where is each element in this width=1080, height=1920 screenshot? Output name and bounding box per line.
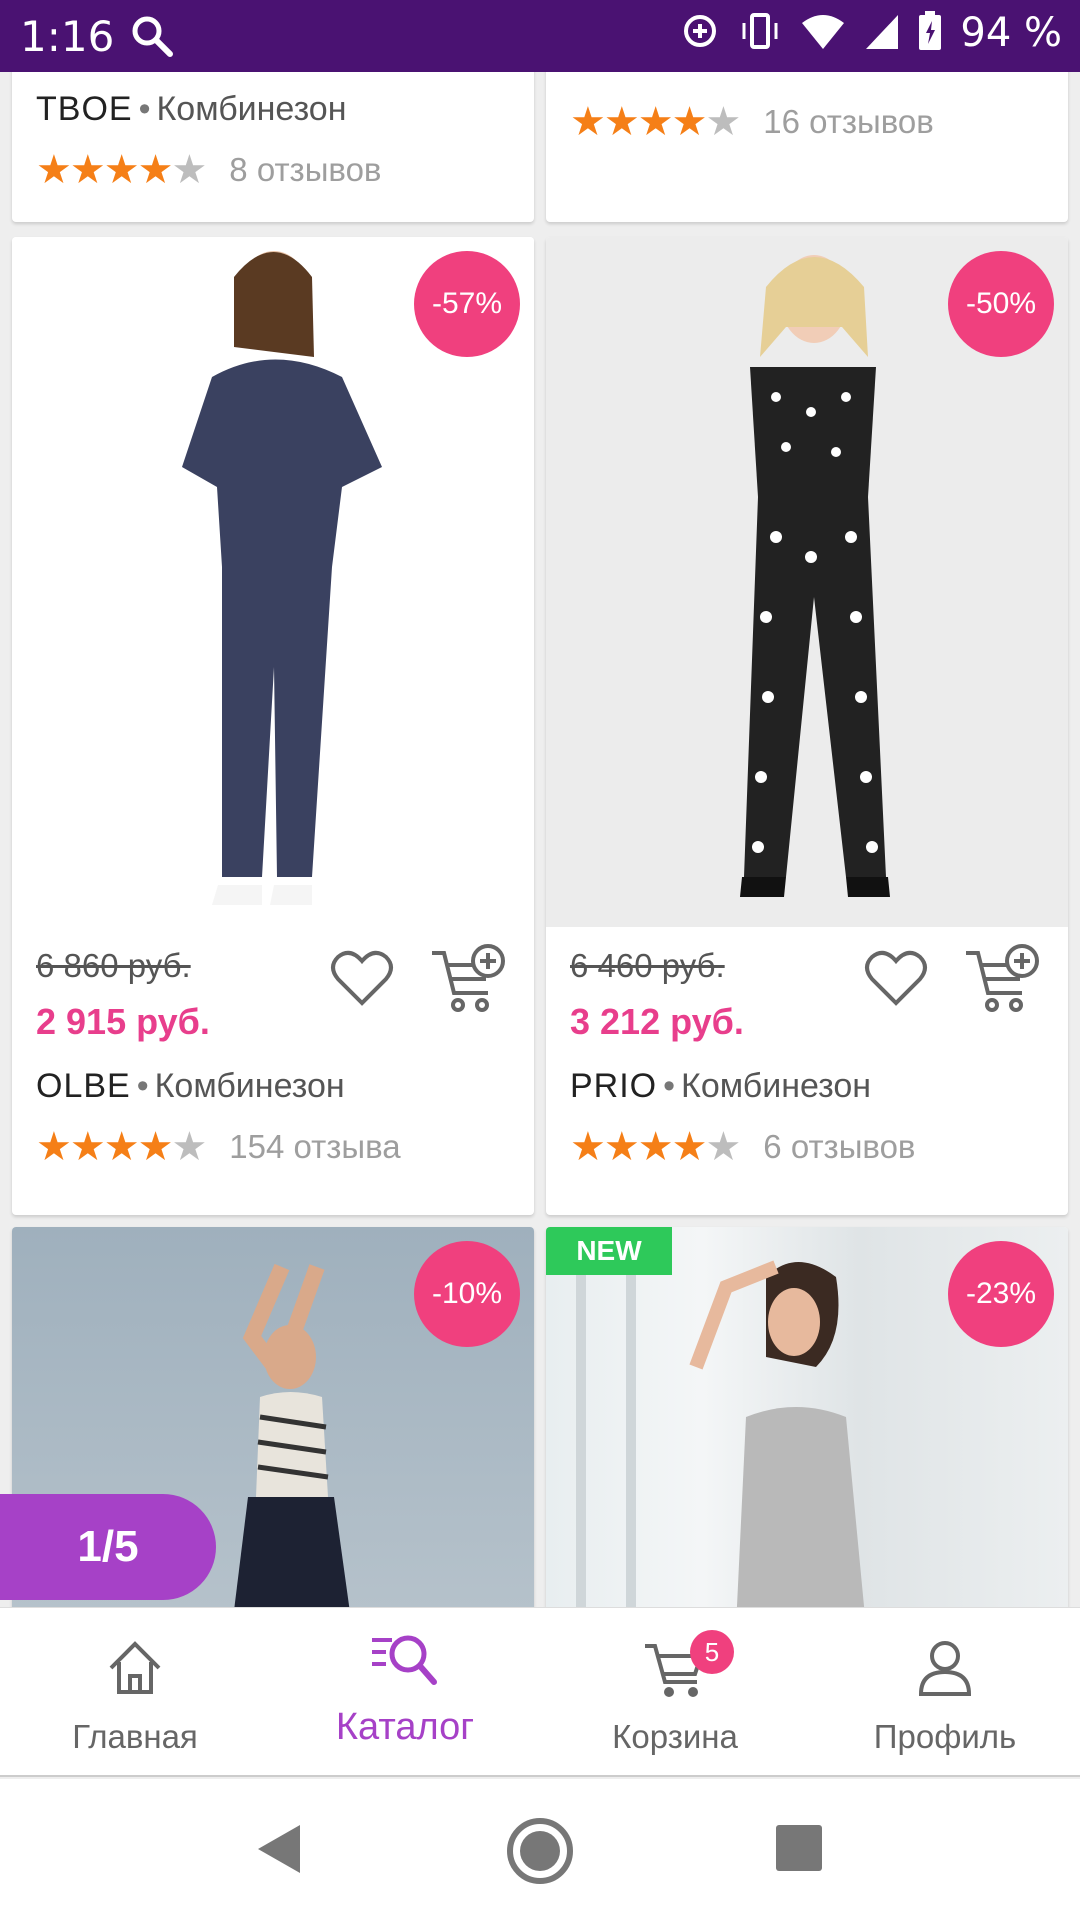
product-card[interactable]: -57% 6 860 руб. 2 915 руб. OLBE • Комбинез… <box>12 237 534 1215</box>
nav-label: Главная <box>72 1718 198 1755</box>
back-icon[interactable] <box>254 1823 304 1880</box>
status-time: 1:16 <box>20 12 115 61</box>
rating-stars: ★★★★★ <box>36 148 207 192</box>
product-image[interactable]: -50% <box>546 237 1068 927</box>
signal-icon <box>864 11 900 56</box>
product-brand: PRIO <box>570 1067 658 1105</box>
nav-label: Корзина <box>612 1718 738 1755</box>
product-brand: TBOE <box>36 90 133 128</box>
wifi-icon <box>800 11 846 56</box>
old-price: 6 860 руб. <box>36 947 191 984</box>
heart-icon[interactable] <box>864 949 928 1007</box>
sync-icon <box>680 11 720 56</box>
nav-item-cart[interactable]: 5 Корзина <box>540 1608 810 1778</box>
battery-icon <box>918 10 942 56</box>
nav-item-catalog[interactable]: Каталог <box>270 1608 540 1778</box>
product-brand-line: PRIO • Комбинезон <box>570 1067 872 1105</box>
heart-icon[interactable] <box>330 949 394 1007</box>
product-brand-line: TBOE • Комбинезон <box>36 90 347 128</box>
product-card[interactable]: TBOE • Комбинезон ★★★★★ 8 отзывов <box>12 72 534 222</box>
product-image[interactable]: -57% <box>12 237 534 927</box>
reviews-count: 16 отзывов <box>763 103 934 140</box>
nav-item-home[interactable]: Главная <box>0 1608 270 1778</box>
discount-badge: -23% <box>948 1241 1054 1347</box>
nav-label: Профиль <box>873 1718 1017 1755</box>
product-rating: ★★★★★ 16 отзывов <box>570 102 934 142</box>
new-badge: NEW <box>546 1227 672 1275</box>
recents-icon[interactable] <box>776 1825 822 1876</box>
reviews-count: 154 отзыва <box>229 1128 401 1165</box>
status-bar: 1:16 94 % <box>0 0 1080 72</box>
bottom-navigation: Главная Каталог 5 Корзина Профиль <box>0 1607 1080 1777</box>
nav-label: Каталог <box>335 1706 475 1748</box>
discount-badge: -57% <box>414 251 520 357</box>
nav-item-profile[interactable]: Профиль <box>810 1608 1080 1778</box>
reviews-count: 6 отзывов <box>763 1128 916 1165</box>
product-image[interactable]: NEW -23% <box>546 1227 1068 1607</box>
discount-badge: -50% <box>948 251 1054 357</box>
product-card[interactable]: ★★★★★ 16 отзывов <box>546 72 1068 222</box>
old-price: 6 460 руб. <box>570 947 725 984</box>
product-rating: ★★★★★ 8 отзывов <box>36 150 381 190</box>
home-button-icon[interactable] <box>506 1817 574 1890</box>
home-icon <box>105 1638 165 1703</box>
battery-percent: 94 % <box>960 10 1062 56</box>
current-price: 3 212 руб. <box>570 1001 744 1042</box>
system-navigation-bar <box>0 1779 1080 1920</box>
product-rating: ★★★★★ 6 отзывов <box>570 1127 915 1167</box>
product-brand-line: OLBE • Комбинезон <box>36 1067 345 1105</box>
vibrate-icon <box>738 11 782 56</box>
current-price: 2 915 руб. <box>36 1001 210 1042</box>
rating-stars: ★★★★★ <box>570 100 741 144</box>
product-type: Комбинезон <box>681 1067 872 1105</box>
product-type: Комбинезон <box>154 1067 345 1105</box>
profile-icon <box>915 1638 975 1703</box>
product-type: Комбинезон <box>156 90 347 128</box>
add-to-cart-icon[interactable] <box>430 943 506 1015</box>
discount-badge: -10% <box>414 1241 520 1347</box>
reviews-count: 8 отзывов <box>229 151 382 188</box>
product-grid: TBOE • Комбинезон ★★★★★ 8 отзывов ★★★★★ 16… <box>0 72 1080 1607</box>
product-rating: ★★★★★ 154 отзыва <box>36 1127 401 1167</box>
rating-stars: ★★★★★ <box>36 1125 207 1169</box>
search-icon <box>130 14 174 63</box>
product-card[interactable]: -50% 6 460 руб. 3 212 руб. PRIO • Комбинез… <box>546 237 1068 1215</box>
product-card[interactable]: NEW -23% <box>546 1227 1068 1607</box>
catalog-search-icon <box>370 1630 440 1695</box>
rating-stars: ★★★★★ <box>570 1125 741 1169</box>
product-brand: OLBE <box>36 1067 131 1105</box>
cart-count-badge: 5 <box>690 1630 734 1674</box>
add-to-cart-icon[interactable] <box>964 943 1040 1015</box>
page-indicator: 1/5 <box>0 1494 216 1600</box>
